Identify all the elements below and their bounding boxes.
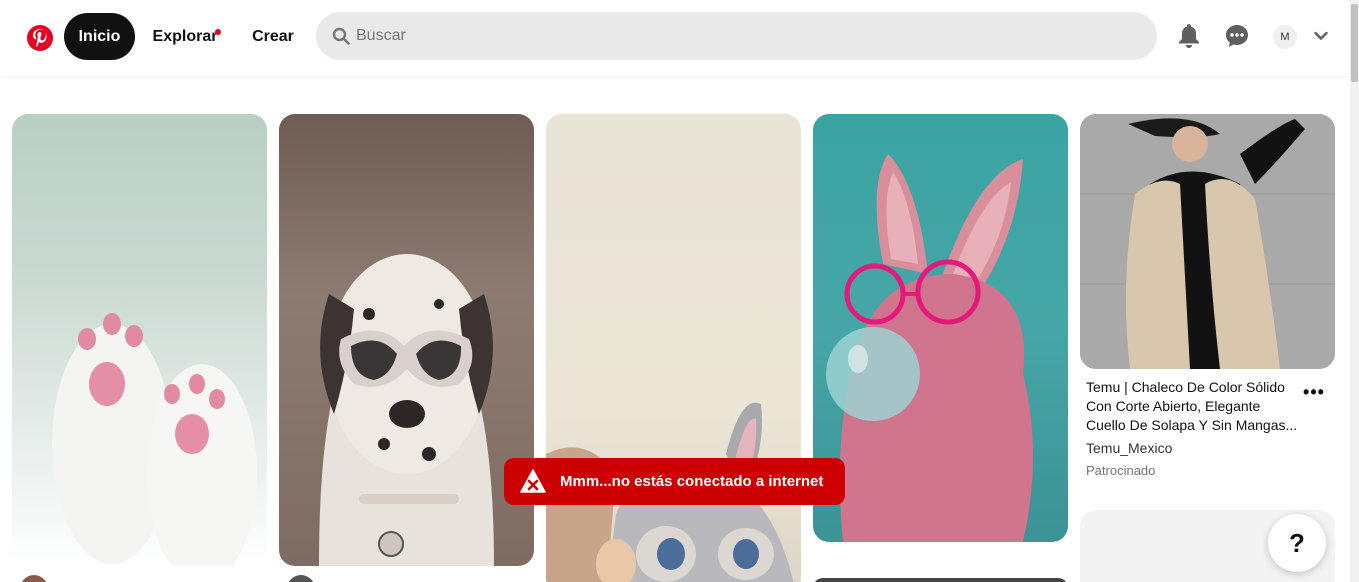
search-icon: [332, 27, 350, 45]
nav-explorar-button[interactable]: Explorar: [140, 13, 230, 60]
page-scrollbar[interactable]: [1350, 0, 1359, 582]
scrollbar-thumb[interactable]: [1351, 4, 1358, 82]
offline-toast: Mmm...no estás conectado a internet: [504, 458, 845, 505]
search-input[interactable]: [356, 12, 1136, 60]
nav-crear-button[interactable]: Crear: [242, 13, 304, 60]
messages-icon[interactable]: [1223, 22, 1251, 50]
help-button[interactable]: ?: [1268, 514, 1326, 572]
toast-message: Mmm...no estás conectado a internet: [560, 473, 824, 490]
notification-dot: [215, 29, 221, 35]
pin-partial[interactable]: [813, 578, 1068, 582]
bell-icon[interactable]: [1175, 22, 1203, 50]
avatar[interactable]: M: [1273, 25, 1297, 49]
creator-avatar[interactable]: [20, 575, 48, 582]
chevron-down-icon[interactable]: [1307, 22, 1335, 50]
more-options-button[interactable]: •••: [1302, 382, 1326, 406]
pinterest-logo-icon[interactable]: [27, 25, 53, 51]
top-navigation-bar: Inicio Explorar Crear M: [0, 0, 1350, 76]
error-warning-icon: [520, 469, 546, 493]
pin-dalmatian-sunglasses[interactable]: [279, 114, 534, 566]
nav-inicio-button[interactable]: Inicio: [64, 13, 135, 60]
pin-title[interactable]: Temu | Chaleco De Color Sólido Con Corte…: [1086, 378, 1301, 435]
pin-temu-vest[interactable]: [1080, 114, 1335, 369]
creator-avatar[interactable]: [287, 575, 315, 582]
pin-pink-bunny-bubblegum[interactable]: [813, 114, 1068, 542]
sponsored-label: Patrocinado: [1086, 463, 1156, 478]
pin-bunny-cartoon[interactable]: [546, 114, 801, 582]
pin-source[interactable]: Temu_Mexico: [1086, 440, 1172, 456]
pin-kitten-paws[interactable]: [12, 114, 267, 566]
search-bar[interactable]: [316, 12, 1157, 60]
